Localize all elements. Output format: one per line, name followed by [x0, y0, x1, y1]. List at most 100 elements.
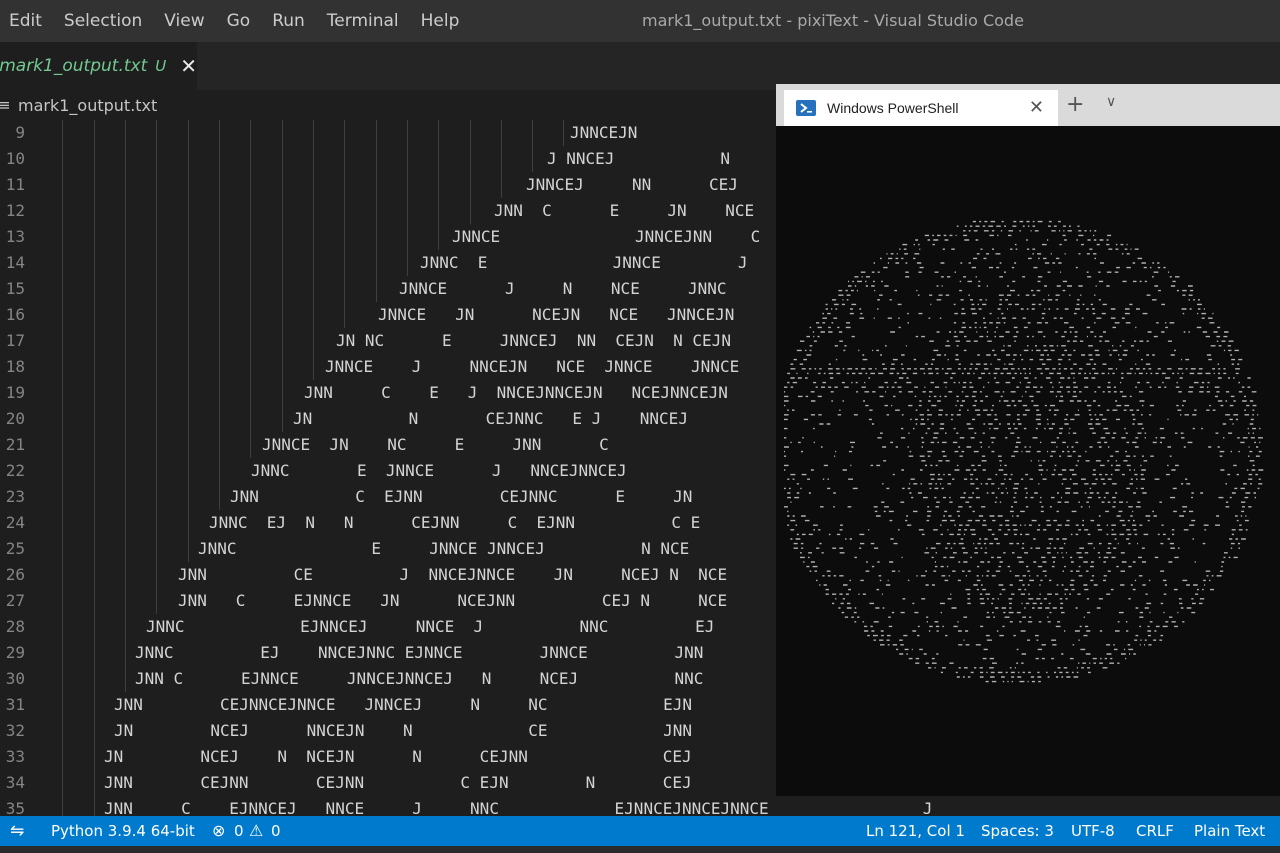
- indent-guide: [282, 328, 283, 354]
- indent-guide: [125, 380, 126, 406]
- indent-guide: [438, 172, 439, 198]
- indentation[interactable]: Spaces: 3: [981, 816, 1054, 846]
- warning-count[interactable]: 0: [271, 816, 281, 846]
- indent-guide: [438, 198, 439, 224]
- line-text: JNNCE JNNCEJNN C: [452, 227, 761, 246]
- remote-icon[interactable]: ⇋: [10, 816, 24, 846]
- indent-guide: [125, 172, 126, 198]
- menu-terminal[interactable]: Terminal: [317, 0, 411, 42]
- powershell-tab[interactable]: Windows PowerShell ✕: [784, 90, 1058, 126]
- line-text: JNNC EJ N N CEJNN C EJNN C E: [209, 513, 701, 532]
- menu-view[interactable]: View: [154, 0, 216, 42]
- menu-help[interactable]: Help: [411, 0, 472, 42]
- cursor-position[interactable]: Ln 121, Col 1: [866, 816, 965, 846]
- close-icon[interactable]: ✕: [1029, 97, 1044, 118]
- line-text: JNNCE JN NC E JNN C: [262, 435, 609, 454]
- indent-guide: [94, 614, 95, 640]
- line-number: 27: [5, 591, 25, 610]
- menu-go[interactable]: Go: [217, 0, 263, 42]
- indent-guide: [188, 224, 189, 250]
- line-text: JNN C EJNN CEJNNC E JN: [230, 487, 693, 506]
- indent-guide: [94, 328, 95, 354]
- indent-guide: [62, 692, 63, 718]
- indent-guide: [376, 198, 377, 224]
- indent-guide: [125, 458, 126, 484]
- indent-guide: [344, 172, 345, 198]
- powershell-icon: [796, 100, 816, 116]
- indent-guide: [94, 640, 95, 666]
- line-number: 31: [5, 695, 25, 714]
- indent-guide: [188, 302, 189, 328]
- language-mode[interactable]: Plain Text: [1194, 816, 1265, 846]
- indent-guide: [125, 536, 126, 562]
- indent-guide: [156, 562, 157, 588]
- tab-label: mark1_output.txt: [0, 56, 148, 76]
- line-text: JNNCEJN: [570, 123, 638, 142]
- indent-guide: [563, 120, 564, 146]
- indent-guide: [62, 640, 63, 666]
- indent-guide: [125, 484, 126, 510]
- indent-guide: [62, 536, 63, 562]
- editor-line[interactable]: 35 JNN C EJNNCEJ NNCE J NNC EJNNCEJNNCEJN…: [0, 796, 1280, 816]
- powershell-tab-label: Windows PowerShell: [827, 100, 959, 116]
- line-text: JNNC E JNNCE JNNCEJ N NCE: [198, 539, 690, 558]
- line-number: 9: [15, 123, 25, 142]
- line-text: JNN CEJNN CEJNN C EJN N CEJ: [104, 773, 692, 792]
- terminal-output[interactable]: [776, 126, 1280, 796]
- indent-guide: [62, 770, 63, 796]
- indent-guide: [62, 302, 63, 328]
- indent-guide: [94, 172, 95, 198]
- indent-guide: [125, 250, 126, 276]
- indent-guide: [282, 276, 283, 302]
- indent-guide: [125, 406, 126, 432]
- indent-guide: [156, 120, 157, 146]
- indent-guide: [62, 406, 63, 432]
- close-icon[interactable]: ✕: [180, 54, 197, 78]
- line-number: 13: [5, 227, 25, 246]
- line-number: 19: [5, 383, 25, 402]
- indent-guide: [438, 120, 439, 146]
- indent-guide: [94, 458, 95, 484]
- indent-guide: [344, 224, 345, 250]
- indent-guide: [125, 198, 126, 224]
- indent-guide: [94, 692, 95, 718]
- indent-guide: [219, 328, 220, 354]
- indent-guide: [62, 744, 63, 770]
- line-number: 28: [5, 617, 25, 636]
- python-interpreter[interactable]: Python 3.9.4 64-bit: [51, 816, 195, 846]
- menu-selection[interactable]: Selection: [54, 0, 154, 42]
- chevron-down-icon[interactable]: ∨: [1106, 94, 1116, 110]
- line-number: 29: [5, 643, 25, 662]
- error-count[interactable]: 0: [234, 816, 244, 846]
- indent-guide: [532, 120, 533, 146]
- encoding[interactable]: UTF-8: [1071, 816, 1115, 846]
- indent-guide: [344, 120, 345, 146]
- indent-guide: [94, 406, 95, 432]
- line-number: 30: [5, 669, 25, 688]
- indent-guide: [62, 718, 63, 744]
- indent-guide: [156, 380, 157, 406]
- indent-guide: [250, 224, 251, 250]
- tab-mark1-output[interactable]: ≡ mark1_output.txt U ✕: [0, 42, 197, 90]
- plus-icon[interactable]: +: [1066, 92, 1084, 117]
- menu-edit[interactable]: Edit: [0, 0, 54, 42]
- indent-guide: [62, 796, 63, 816]
- menu-run[interactable]: Run: [262, 0, 317, 42]
- indent-guide: [219, 354, 220, 380]
- indent-guide: [282, 146, 283, 172]
- breadcrumb-file[interactable]: mark1_output.txt: [18, 96, 157, 115]
- indent-guide: [344, 146, 345, 172]
- indent-guide: [62, 146, 63, 172]
- indent-guide: [94, 302, 95, 328]
- indent-guide: [282, 172, 283, 198]
- indent-guide: [219, 380, 220, 406]
- indent-guide: [125, 666, 126, 692]
- indent-guide: [250, 328, 251, 354]
- indent-guide: [188, 198, 189, 224]
- indent-guide: [313, 354, 314, 380]
- indent-guide: [94, 770, 95, 796]
- line-ending[interactable]: CRLF: [1136, 816, 1174, 846]
- indent-guide: [156, 302, 157, 328]
- indent-guide: [282, 250, 283, 276]
- line-number: 24: [5, 513, 25, 532]
